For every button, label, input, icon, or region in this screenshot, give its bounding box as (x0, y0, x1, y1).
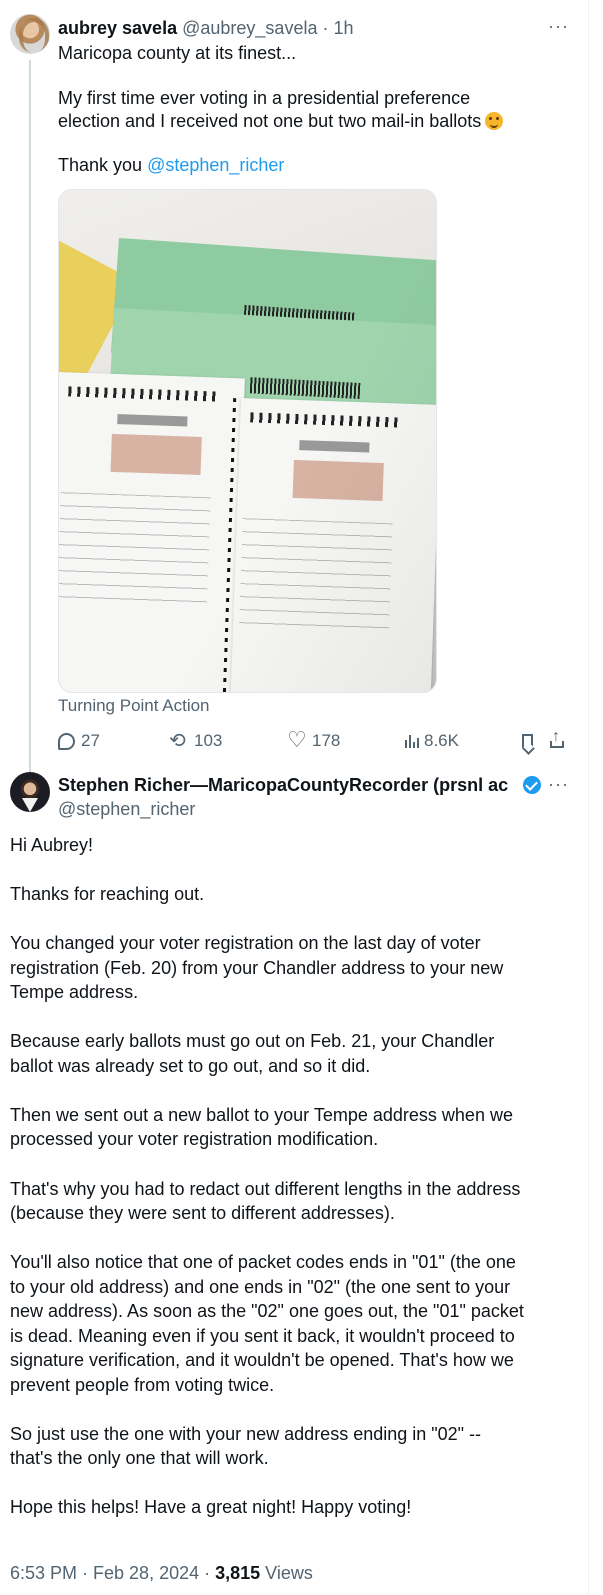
reply-count: 27 (81, 731, 100, 750)
tweet-text-line: Because early ballots must go out on Feb… (10, 1031, 495, 1051)
face-emoji-icon (485, 112, 504, 130)
tweet-text-line: Maricopa county at its finest... (58, 43, 297, 63)
verified-badge-icon[interactable] (523, 776, 541, 794)
avatar[interactable] (10, 772, 50, 812)
retweet-count: 103 (194, 731, 223, 750)
retweet-button[interactable]: 103 (169, 728, 223, 753)
share-button[interactable] (550, 728, 564, 753)
tweet-text-line: You changed your voter registration on t… (10, 933, 481, 953)
tweet-actions: 27 103 178 8.6K (58, 727, 570, 753)
tweet-text-line: that's the only one that will work. (10, 1448, 269, 1468)
like-button[interactable]: 178 (287, 727, 341, 753)
views-count: 8.6K (424, 731, 459, 750)
tweet-text-line: My first time ever voting in a president… (58, 88, 471, 108)
tweet-text-line: Hope this helps! Have a great night! Hap… (10, 1497, 412, 1517)
tweet-text-line: registration (Feb. 20) from your Chandle… (10, 958, 504, 978)
tweet-text-line: Tempe address. (10, 982, 139, 1002)
post-time[interactable]: 1h (333, 18, 353, 38)
tweet-text-line: (because they were sent to different add… (10, 1203, 395, 1223)
reply-icon (58, 732, 75, 750)
tweet-text-line: prevent people from voting twice. (10, 1375, 275, 1395)
tweet-text-line: Thank you @stephen_richer (58, 154, 284, 177)
tweet-text-line: new address). As soon as the "02" one go… (10, 1301, 524, 1321)
tweet-text-span: election and I received not one but two … (58, 111, 482, 131)
more-options-icon[interactable]: ··· (548, 16, 569, 37)
author-handle[interactable]: @stephen_richer (58, 797, 195, 821)
tweet-text-line: Thanks for reaching out. (10, 884, 205, 904)
tweet-text-line: processed your voter registration modifi… (10, 1129, 379, 1149)
tweet-text-line: is dead. Meaning even if you sent it bac… (10, 1326, 515, 1346)
timestamp[interactable]: 6:53 PM · Feb 28, 2024 · (10, 1563, 215, 1583)
thread-connector (29, 60, 31, 773)
column-border (588, 0, 589, 1595)
tweet-text-line: to your old address) and one ends in "02… (10, 1277, 511, 1297)
share-icon (550, 728, 564, 748)
tweet-header: aubrey savela @aubrey_savela · 1h (58, 16, 354, 40)
reply-button[interactable]: 27 (58, 729, 100, 753)
tweet-text-line: election and I received not one but two … (58, 110, 504, 133)
mention-link[interactable]: @stephen_richer (147, 155, 284, 175)
tweet-text-line: You'll also notice that one of packet co… (10, 1252, 516, 1272)
author-name[interactable]: aubrey savela (58, 18, 177, 38)
retweet-icon (169, 728, 188, 753)
tweet-text-line: signature verification, and it wouldn't … (10, 1350, 514, 1370)
author-handle[interactable]: @aubrey_savela (182, 18, 317, 38)
separator-dot: · (317, 18, 334, 38)
like-count: 178 (312, 731, 341, 750)
thanks-text: Thank you (58, 155, 148, 175)
author-name[interactable]: Stephen Richer—MaricopaCountyRecorder (p… (58, 773, 520, 797)
tweet-photo[interactable] (58, 189, 437, 693)
tweet-text-line: So just use the one with your new addres… (10, 1424, 482, 1444)
tweet-text-line: ballot was already set to go out, and so… (10, 1056, 371, 1076)
bookmark-button[interactable] (522, 729, 533, 753)
more-options-icon[interactable]: ··· (548, 774, 569, 795)
avatar[interactable] (10, 14, 50, 54)
source-label[interactable]: Turning Point Action (58, 696, 210, 716)
bookmark-icon (522, 734, 533, 748)
tweet-text-line: Then we sent out a new ballot to your Te… (10, 1105, 513, 1125)
views-button[interactable]: 8.6K (404, 729, 459, 753)
views-label: Views (260, 1563, 313, 1583)
photo-shade (59, 190, 436, 692)
tweet-text-line: That's why you had to redact out differe… (10, 1179, 521, 1199)
views-count: 3,815 (215, 1563, 261, 1583)
tweet-text-line: Hi Aubrey! (10, 835, 94, 855)
bar-chart-icon (404, 734, 419, 748)
tweet-footer: 6:53 PM · Feb 28, 2024 · 3,815 Views (10, 1563, 313, 1584)
heart-icon (287, 727, 307, 753)
